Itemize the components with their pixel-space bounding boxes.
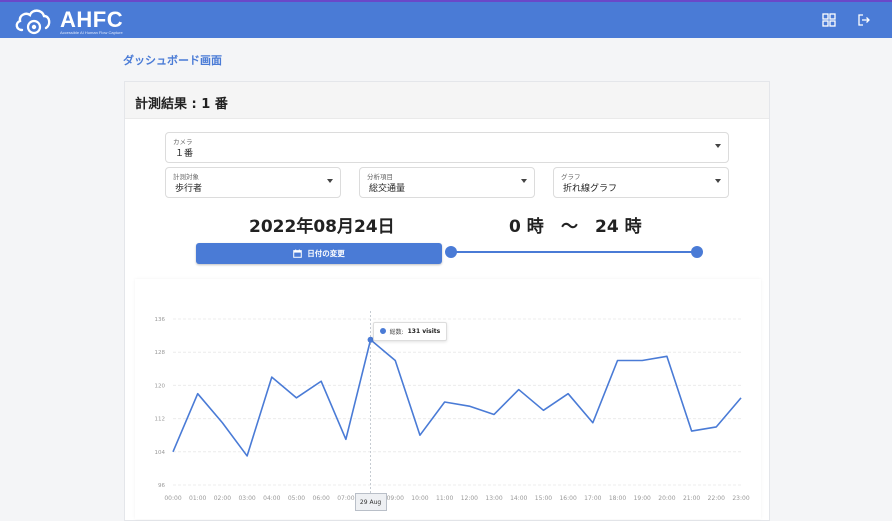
- time-end: 24 時: [595, 212, 642, 237]
- brand-logo[interactable]: AHFC Accessible AI Human Flow Capture: [14, 6, 174, 36]
- top-app-bar: AHFC Accessible AI Human Flow Capture: [0, 0, 892, 38]
- target-select-value: 歩行者: [175, 181, 202, 194]
- x-tick-label: 18:00: [609, 495, 626, 502]
- time-start: 0 時: [509, 212, 544, 237]
- x-tick-label: 22:00: [708, 495, 725, 502]
- card-title: 計測結果 : 1 番: [135, 93, 228, 112]
- chart-panel: 96 104 112 120 128 136 00:00 01:00 02:00 03:00 04:…: [135, 279, 761, 519]
- chevron-down-icon: [521, 179, 527, 183]
- x-tick-label: 13:00: [485, 495, 502, 502]
- chevron-down-icon: [327, 179, 333, 183]
- chart-tooltip: 総数: 131 visits: [373, 322, 448, 341]
- analysis-select[interactable]: 分析項目 総交通量: [359, 167, 535, 198]
- y-tick-label: 136: [155, 317, 166, 323]
- graph-select-value: 折れ線グラフ: [563, 181, 617, 194]
- slider-thumb-end[interactable]: [691, 246, 703, 258]
- y-tick-label: 104: [155, 450, 166, 456]
- x-tick-label: 06:00: [313, 495, 330, 502]
- graph-select[interactable]: グラフ 折れ線グラフ: [553, 167, 729, 198]
- tooltip-series-name: 総数:: [390, 327, 404, 336]
- change-date-button-label: 日付の変更: [307, 248, 345, 259]
- x-tick-label: 04:00: [263, 495, 280, 502]
- x-tick-label: 16:00: [559, 495, 576, 502]
- measurement-card: 計測結果 : 1 番 カメラ １番 計測対象 歩行者 分析項目 総交通量 グラフ…: [124, 81, 770, 521]
- page-title: ダッシュボード画面: [123, 52, 222, 68]
- x-tick-label: 20:00: [658, 495, 675, 502]
- x-tick-label: 23:00: [732, 495, 749, 502]
- camera-select-label: カメラ: [173, 136, 193, 146]
- analysis-select-label: 分析項目: [367, 171, 393, 181]
- logout-icon[interactable]: [857, 13, 871, 27]
- x-tick-label: 17:00: [584, 495, 601, 502]
- slider-thumb-start[interactable]: [445, 246, 457, 258]
- camera-select[interactable]: カメラ １番: [165, 132, 729, 163]
- x-tick-label: 00:00: [164, 495, 181, 502]
- time-separator: 〜: [561, 212, 578, 237]
- brand-subtitle: Accessible AI Human Flow Capture: [60, 30, 123, 35]
- calendar-icon: [293, 249, 302, 258]
- y-tick-label: 120: [155, 383, 166, 389]
- x-tick-label: 01:00: [189, 495, 206, 502]
- x-tick-label: 19:00: [634, 495, 651, 502]
- y-tick-label: 112: [155, 417, 166, 423]
- line-chart[interactable]: 96 104 112 120 128 136 00:00 01:00 02:00 03:00 04:…: [135, 279, 761, 519]
- graph-select-label: グラフ: [561, 171, 581, 181]
- x-tick-label: 07:00: [337, 495, 354, 502]
- x-tick-label: 11:00: [436, 495, 453, 502]
- series-dot: [380, 328, 386, 334]
- analysis-select-value: 総交通量: [369, 181, 405, 194]
- series-line: [173, 340, 741, 456]
- tooltip-value: 131 visits: [408, 328, 441, 335]
- selected-date: 2022年08月24日: [249, 212, 395, 237]
- slider-track[interactable]: [451, 251, 697, 253]
- x-tick-label: 03:00: [238, 495, 255, 502]
- camera-select-value: １番: [175, 146, 193, 159]
- time-range-slider[interactable]: [445, 244, 705, 260]
- x-tick-label: 10:00: [411, 495, 428, 502]
- x-tick-label: 09:00: [387, 495, 404, 502]
- x-tick-label: 05:00: [288, 495, 305, 502]
- card-header: 計測結果 : 1 番: [125, 82, 769, 119]
- y-tick-label: 96: [158, 483, 165, 489]
- x-tick-label: 02:00: [214, 495, 231, 502]
- target-select-label: 計測対象: [173, 171, 199, 181]
- cloud-camera-icon: [14, 6, 54, 36]
- y-tick-label: 128: [155, 350, 166, 356]
- chevron-down-icon: [715, 179, 721, 183]
- x-tick-label: 14:00: [510, 495, 527, 502]
- x-tick-label: 15:00: [535, 495, 552, 502]
- chevron-down-icon: [715, 144, 721, 148]
- target-select[interactable]: 計測対象 歩行者: [165, 167, 341, 198]
- x-tick-label: 12:00: [461, 495, 478, 502]
- dashboard-grid-icon[interactable]: [822, 13, 836, 27]
- crosshair-date-label: 29 Aug: [355, 493, 387, 511]
- x-tick-label: 21:00: [683, 495, 700, 502]
- change-date-button[interactable]: 日付の変更: [196, 243, 442, 264]
